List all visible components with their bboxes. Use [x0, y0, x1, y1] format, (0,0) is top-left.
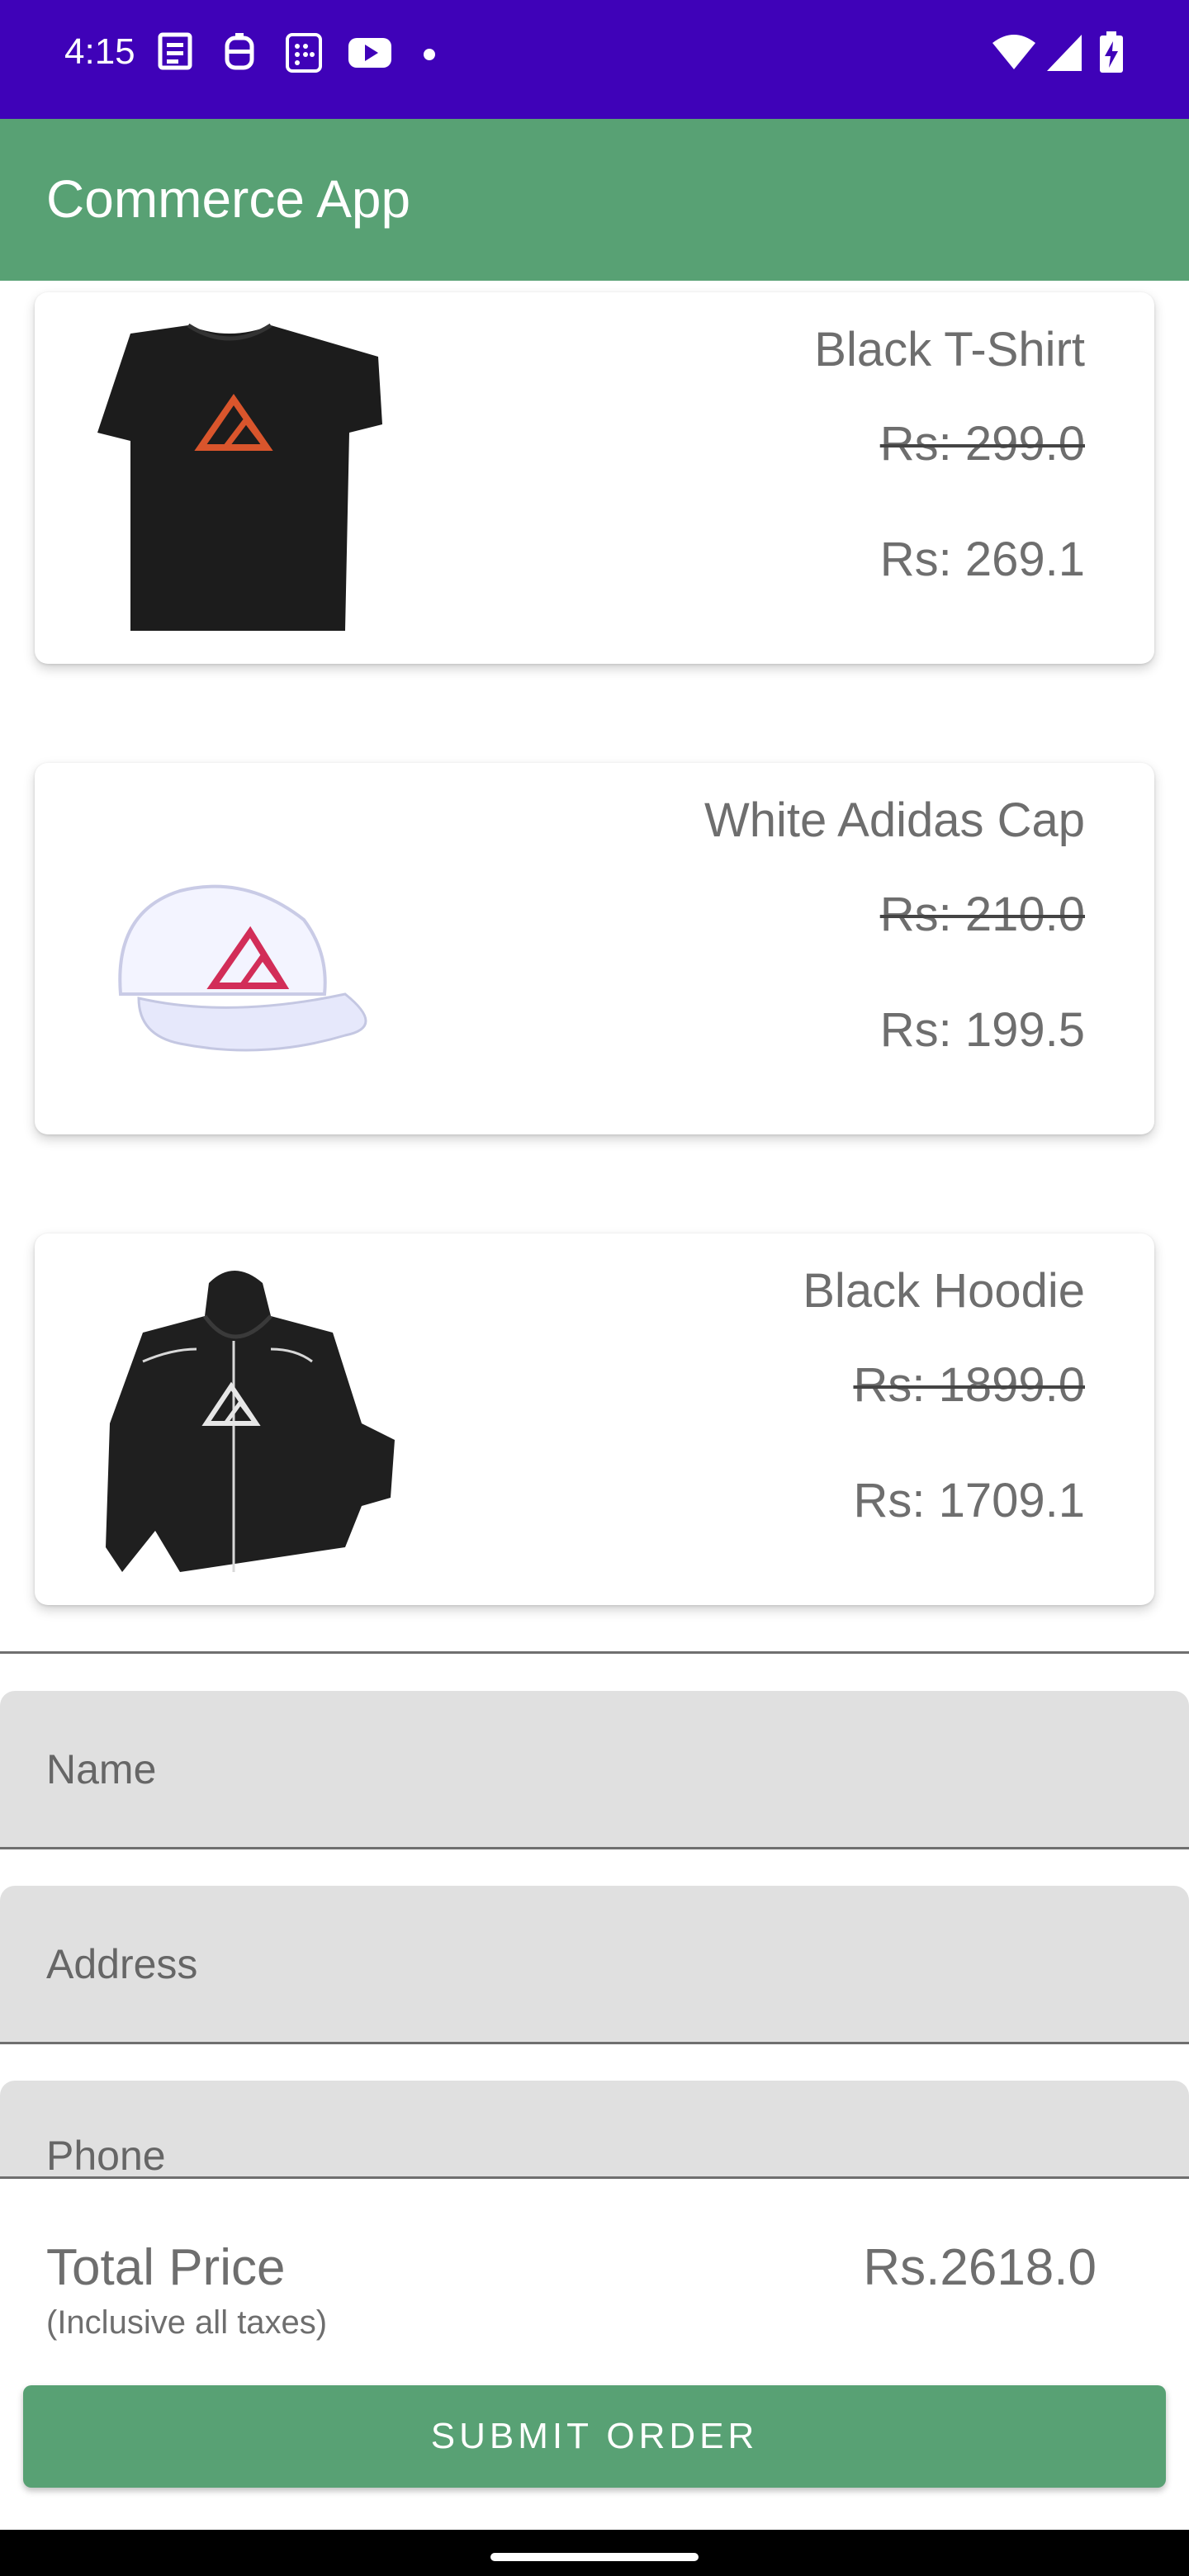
status-icons-right [991, 31, 1139, 78]
news-icon [158, 32, 192, 70]
product-name: Black Hoodie [803, 1264, 1085, 1318]
app-title: Commerce App [46, 169, 411, 229]
signal-icon [1047, 35, 1082, 71]
order-summary: Total Price (Inclusive all taxes) Rs.261… [0, 2176, 1189, 2530]
product-card-black-tshirt[interactable]: Black T-Shirt Rs: 299.0 Rs: 269.1 [35, 292, 1154, 664]
youtube-icon [348, 38, 391, 68]
product-old-price: Rs: 299.0 [879, 417, 1085, 471]
product-new-price: Rs: 199.5 [879, 1003, 1085, 1057]
name-field[interactable] [0, 1691, 1189, 1849]
product-name: White Adidas Cap [703, 793, 1085, 847]
product-new-price: Rs: 269.1 [879, 533, 1085, 586]
assistant-icon [225, 33, 254, 70]
product-name: Black T-Shirt [814, 323, 1085, 376]
product-card-white-cap[interactable]: White Adidas Cap Rs: 210.0 Rs: 199.5 [35, 763, 1154, 1134]
total-price-value: Rs.2618.0 [863, 2239, 1097, 2296]
black-hoodie-image [106, 1271, 395, 1572]
status-time: 4:15 [64, 31, 135, 72]
total-price-note: (Inclusive all taxes) [46, 2304, 328, 2341]
submit-order-button[interactable]: SUBMIT ORDER [23, 2385, 1166, 2488]
address-field[interactable] [0, 1886, 1189, 2044]
navigation-bar [0, 2530, 1189, 2576]
name-input[interactable] [0, 1691, 1189, 1847]
sim-icon [286, 33, 322, 73]
white-cap-image [118, 884, 367, 1052]
product-new-price: Rs: 1709.1 [853, 1474, 1085, 1527]
battery-charging-icon [1100, 31, 1123, 73]
product-old-price: Rs: 1899.0 [853, 1358, 1085, 1412]
address-input[interactable] [0, 1886, 1189, 2042]
dot-icon [424, 49, 435, 60]
list-divider [0, 1651, 1189, 1654]
home-gesture-handle[interactable] [490, 2553, 699, 2561]
app-bar: Commerce App [0, 119, 1189, 281]
phone-placeholder: Phone [46, 2133, 166, 2179]
status-bar: 4:15 [0, 0, 1189, 119]
wifi-icon [992, 35, 1035, 69]
black-tshirt-image [97, 323, 382, 631]
product-card-black-hoodie[interactable]: Black Hoodie Rs: 1899.0 Rs: 1709.1 [35, 1234, 1154, 1605]
total-price-label: Total Price [46, 2239, 286, 2296]
product-old-price: Rs: 210.0 [879, 888, 1085, 941]
